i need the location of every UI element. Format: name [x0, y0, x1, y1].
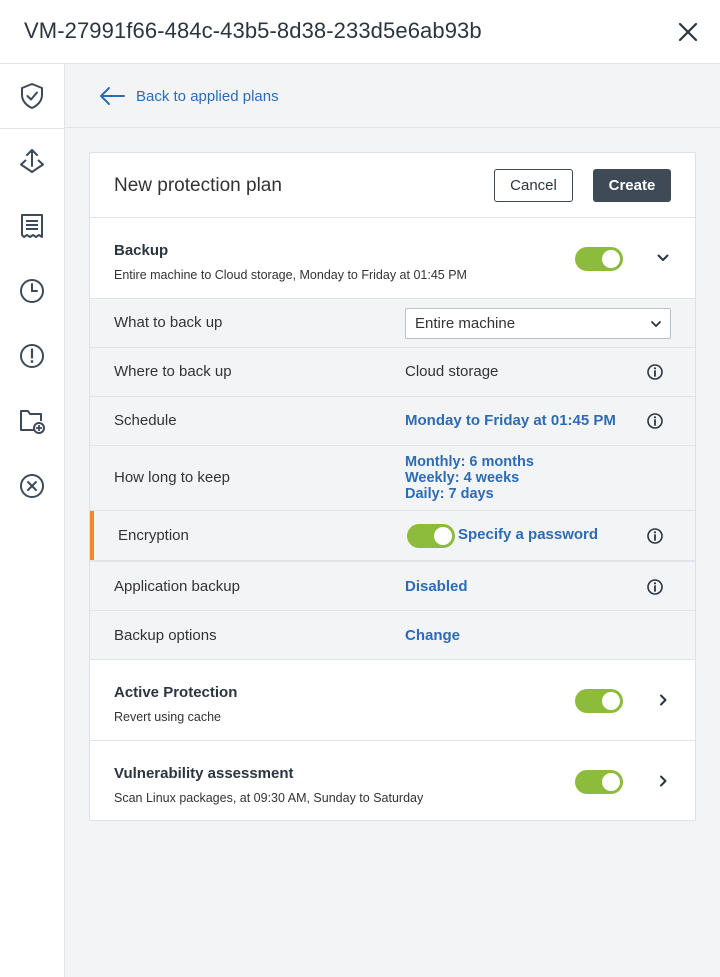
encryption-label: Encryption	[118, 527, 189, 544]
row-schedule: Schedule Monday to Friday at 01:45 PM	[90, 397, 695, 446]
backup-section[interactable]: Backup Entire machine to Cloud storage, …	[90, 218, 695, 299]
row-encryption: Encryption Specify a password	[90, 511, 695, 562]
sidebar-item-alerts[interactable]	[0, 324, 64, 388]
active-protection-section[interactable]: Active Protection Revert using cache	[90, 660, 695, 741]
arrow-left-icon	[100, 87, 125, 105]
schedule-link[interactable]: Monday to Friday at 01:45 PM	[405, 412, 616, 429]
protection-plan-panel: New protection plan Cancel Create Backup…	[89, 152, 696, 821]
specify-password-link[interactable]: Specify a password	[458, 526, 598, 543]
back-link-label: Back to applied plans	[136, 87, 279, 105]
backup-summary: Entire machine to Cloud storage, Monday …	[114, 268, 467, 282]
close-icon[interactable]	[674, 18, 702, 46]
cancel-button[interactable]: Cancel	[494, 169, 573, 202]
chevron-right-icon[interactable]	[653, 690, 673, 710]
chevron-down-icon[interactable]	[653, 248, 673, 268]
vulnerability-assessment-title: Vulnerability assessment	[114, 765, 294, 782]
application-backup-label: Application backup	[114, 578, 240, 595]
schedule-label: Schedule	[114, 412, 177, 429]
shield-check-icon	[21, 83, 43, 109]
sidebar-item-recovery[interactable]	[0, 129, 64, 193]
sidebar-item-protection[interactable]	[0, 64, 64, 129]
info-icon[interactable]	[646, 412, 664, 430]
info-icon[interactable]	[646, 363, 664, 381]
vulnerability-assessment-toggle[interactable]	[575, 770, 623, 794]
sidebar-item-remove[interactable]	[0, 454, 64, 518]
alert-icon	[20, 344, 44, 368]
backup-options-label: Backup options	[114, 627, 217, 644]
what-to-back-up-value: Entire machine	[415, 315, 516, 332]
chevron-right-icon[interactable]	[653, 771, 673, 791]
row-backup-options: Backup options Change	[90, 611, 695, 660]
vulnerability-assessment-summary: Scan Linux packages, at 09:30 AM, Sunday…	[114, 791, 424, 805]
what-to-back-up-label: What to back up	[114, 314, 223, 331]
warning-accent-bar	[90, 511, 94, 560]
retention-daily: Daily: 7 days	[405, 486, 494, 502]
what-to-back-up-select[interactable]: Entire machine	[405, 308, 671, 339]
sidebar-item-add-folder[interactable]	[0, 389, 64, 453]
backup-options-change-link[interactable]: Change	[405, 627, 460, 644]
backup-toggle[interactable]	[575, 247, 623, 271]
activities-icon	[21, 214, 43, 238]
back-bar: Back to applied plans	[65, 64, 720, 128]
info-icon[interactable]	[646, 527, 664, 545]
retention-weekly: Weekly: 4 weeks	[405, 470, 520, 486]
row-how-long-to-keep: How long to keep Monthly: 6 months Weekl…	[90, 446, 695, 511]
application-backup-link[interactable]: Disabled	[405, 578, 468, 595]
where-to-back-up-value: Cloud storage	[405, 363, 499, 380]
panel-header: New protection plan Cancel Create	[90, 153, 695, 218]
panel-title: New protection plan	[114, 175, 282, 196]
create-button[interactable]: Create	[593, 169, 671, 202]
encryption-toggle[interactable]	[407, 524, 455, 548]
row-what-to-back-up: What to back up Entire machine	[90, 299, 695, 348]
sidebar	[0, 64, 65, 977]
active-protection-toggle[interactable]	[575, 689, 623, 713]
how-long-to-keep-label: How long to keep	[114, 469, 230, 486]
back-to-plans-link[interactable]: Back to applied plans	[98, 84, 279, 108]
row-where-to-back-up[interactable]: Where to back up Cloud storage	[90, 348, 695, 397]
sidebar-item-history[interactable]	[0, 259, 64, 323]
add-folder-icon	[20, 410, 45, 434]
title-bar: VM-27991f66-484c-43b5-8d38-233d5e6ab93b	[0, 0, 720, 64]
vulnerability-assessment-section[interactable]: Vulnerability assessment Scan Linux pack…	[90, 741, 695, 820]
window-title: VM-27991f66-484c-43b5-8d38-233d5e6ab93b	[24, 18, 482, 43]
chevron-down-icon	[651, 321, 661, 327]
clock-icon	[20, 279, 44, 303]
remove-icon	[20, 474, 44, 498]
backup-title: Backup	[114, 242, 169, 259]
retention-link[interactable]: Monthly: 6 months Weekly: 4 weeks Daily:…	[405, 454, 534, 502]
row-application-backup: Application backup Disabled	[90, 562, 695, 611]
active-protection-summary: Revert using cache	[114, 710, 222, 724]
active-protection-title: Active Protection	[114, 684, 238, 701]
where-to-back-up-label: Where to back up	[114, 363, 232, 380]
retention-monthly: Monthly: 6 months	[405, 454, 534, 470]
info-icon[interactable]	[646, 578, 664, 596]
sidebar-item-activities[interactable]	[0, 194, 64, 258]
recovery-icon	[20, 149, 44, 173]
